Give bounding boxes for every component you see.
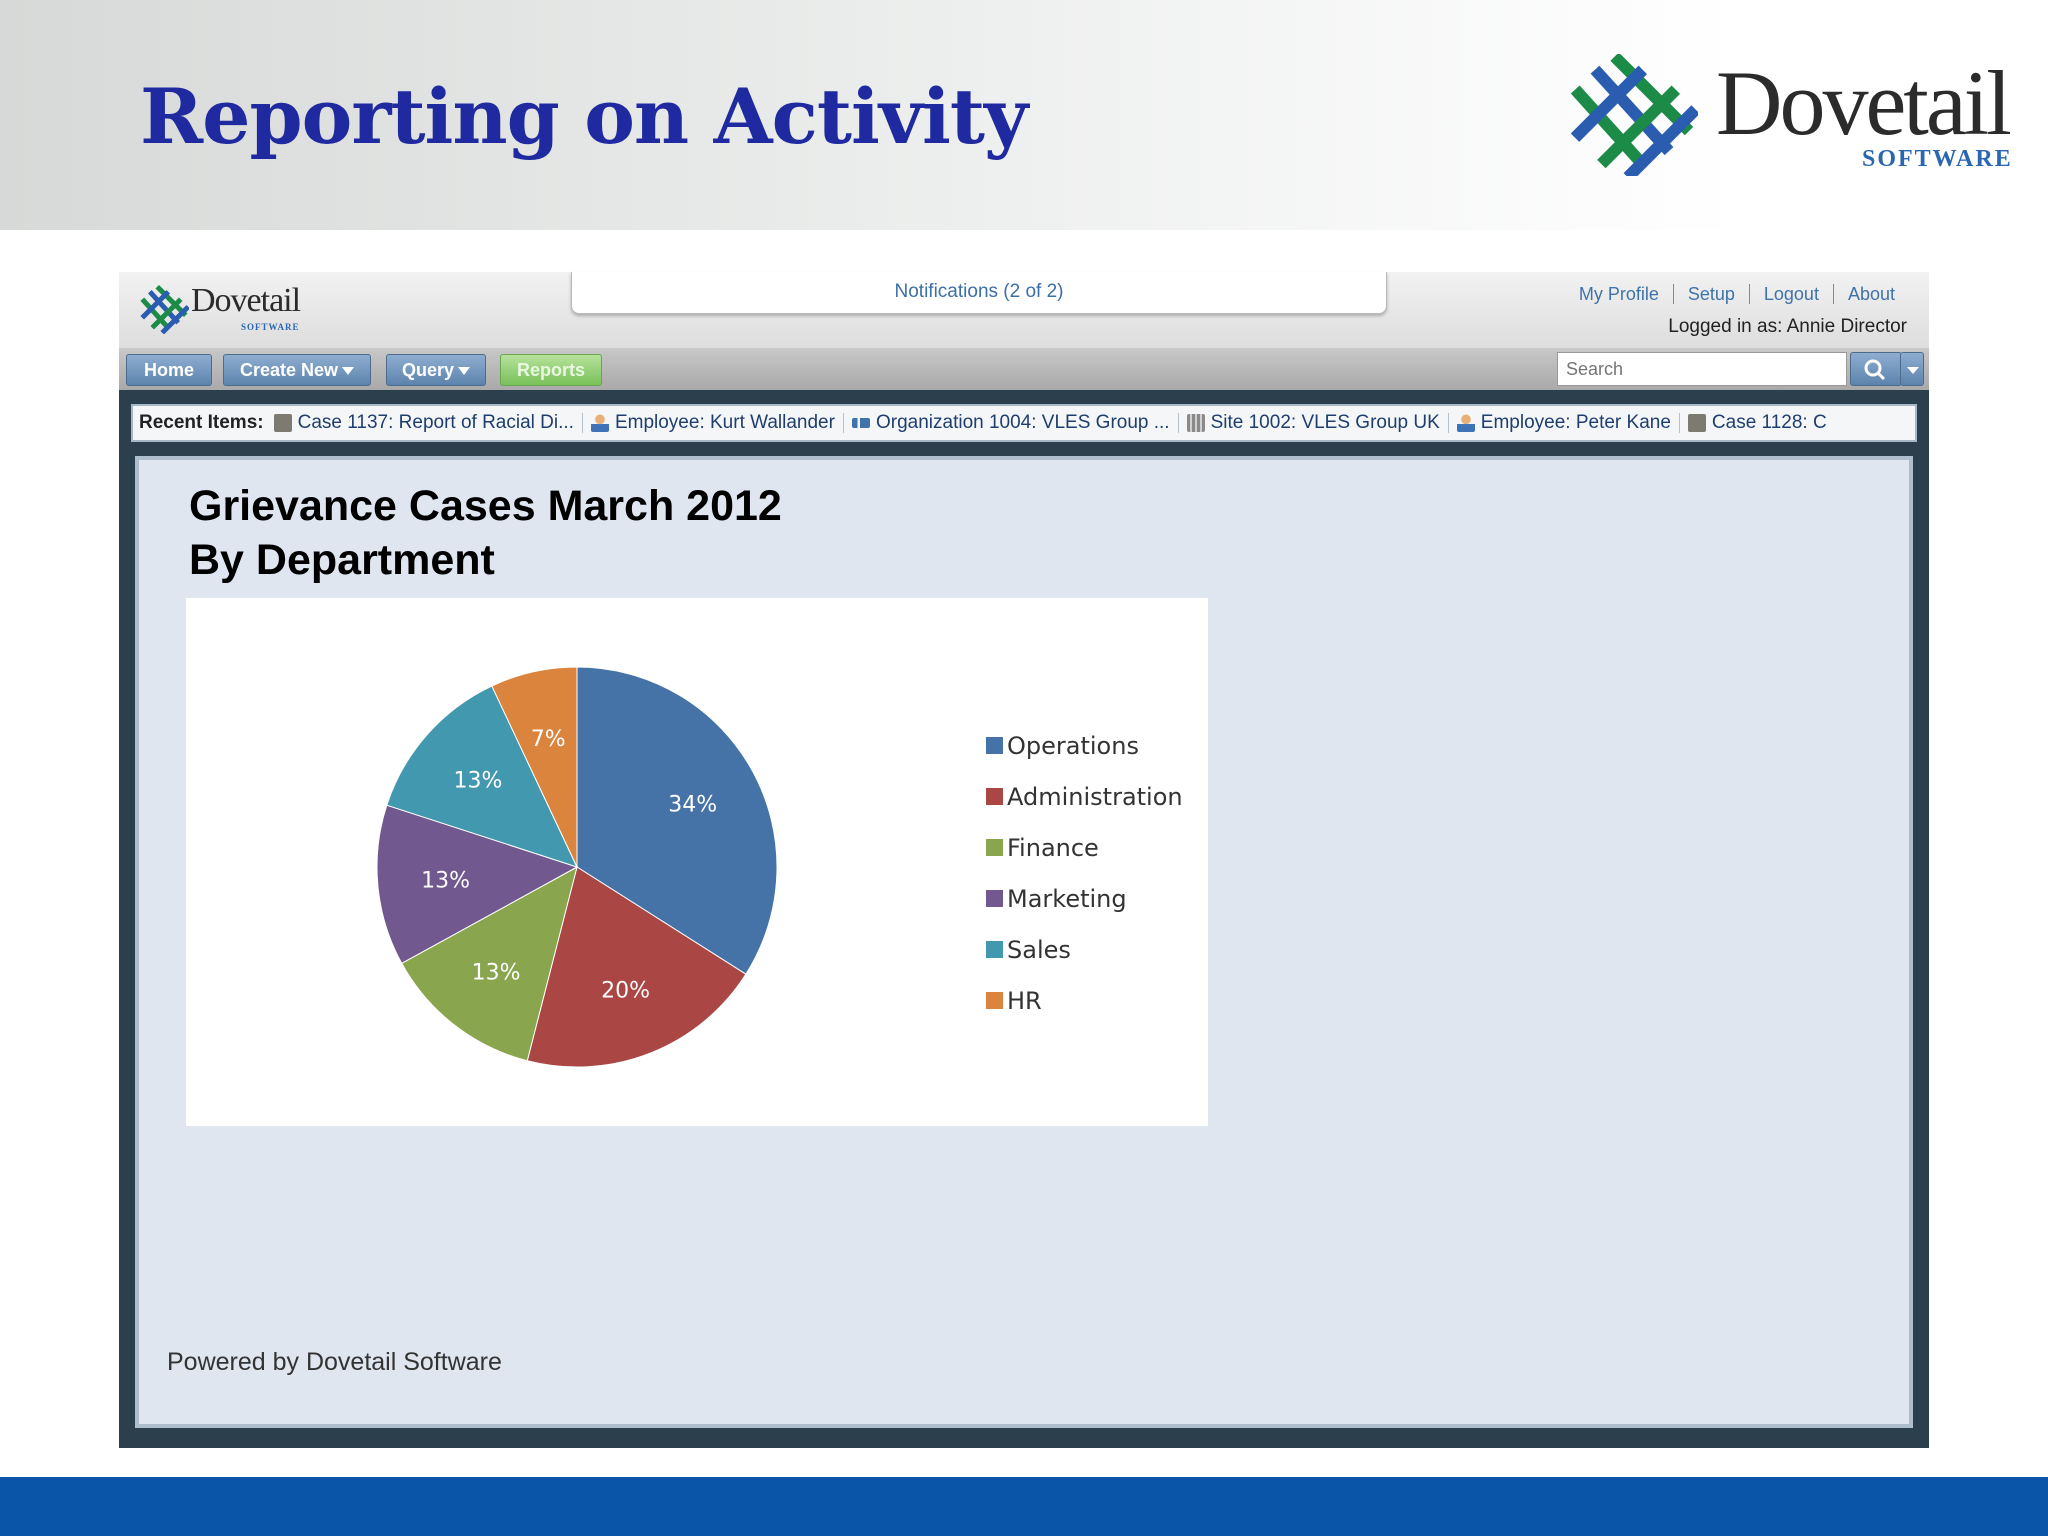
organization-icon	[851, 418, 870, 428]
legend-swatch	[986, 788, 1003, 805]
recent-item[interactable]: Case 1128: C	[1687, 412, 1835, 433]
app-logo-name: Dovetail	[191, 282, 301, 319]
recent-item[interactable]: Employee: Peter Kane	[1456, 412, 1680, 433]
brand-logo-subtitle: SOFTWARE	[1862, 146, 2013, 172]
app-header: Dovetail SOFTWARE Notifications (2 of 2)…	[119, 272, 1929, 348]
home-button-label: Home	[143, 360, 194, 380]
reports-label: Reports	[516, 360, 585, 380]
search-icon	[1864, 359, 1886, 381]
report-title: Grievance Cases March 2012	[189, 482, 782, 530]
chevron-down-icon	[342, 367, 355, 376]
powered-by-text: Powered by Dovetail Software	[167, 1348, 502, 1376]
search-button[interactable]	[1850, 352, 1902, 386]
case-icon	[273, 414, 292, 432]
setup-link[interactable]: Setup	[1672, 284, 1749, 304]
app-screenshot: Dovetail SOFTWARE Notifications (2 of 2)…	[119, 272, 1929, 1448]
recent-item[interactable]: Employee: Kurt Wallander	[590, 412, 844, 433]
recent-item-label: Site 1002: VLES Group UK	[1210, 412, 1440, 433]
legend-swatch	[986, 992, 1003, 1009]
chart-legend: Operations Administration Finance Marketing…	[986, 720, 1183, 1026]
chevron-down-icon	[458, 367, 471, 376]
pie-data-label: 34%	[668, 792, 717, 817]
search-input[interactable]	[1557, 352, 1847, 386]
create-new-button[interactable]: Create New	[223, 354, 371, 386]
slide: Reporting on Activity Dovetail SOFTWARE	[0, 0, 2048, 1536]
legend-item-marketing: Marketing	[986, 873, 1183, 924]
pie-data-label: 13%	[472, 960, 521, 985]
brand-logo-name: Dovetail	[1716, 52, 2012, 154]
legend-swatch	[986, 737, 1003, 754]
legend-item-sales: Sales	[986, 924, 1183, 975]
legend-label: Sales	[1007, 935, 1071, 964]
recent-item[interactable]: Organization 1004: VLES Group ...	[851, 412, 1179, 433]
chevron-down-icon	[1907, 367, 1919, 374]
legend-item-finance: Finance	[986, 822, 1183, 873]
legend-label: Administration	[1007, 782, 1183, 811]
dovetail-logo-icon	[140, 284, 189, 334]
employee-icon	[1456, 414, 1475, 432]
recent-item-label: Employee: Peter Kane	[1480, 412, 1671, 433]
recent-item-label: Employee: Kurt Wallander	[614, 412, 835, 433]
app-logo-subtitle: SOFTWARE	[241, 322, 300, 332]
recent-item[interactable]: Site 1002: VLES Group UK	[1186, 412, 1449, 433]
case-icon	[1687, 414, 1706, 432]
top-links: My Profile Setup Logout About	[1565, 282, 1909, 306]
my-profile-link[interactable]: My Profile	[1565, 284, 1673, 304]
home-button[interactable]: Home	[126, 354, 212, 386]
app-logo[interactable]: Dovetail SOFTWARE	[139, 282, 319, 338]
recent-item-label: Case 1128: C	[1711, 412, 1827, 433]
legend-swatch	[986, 890, 1003, 907]
recent-item[interactable]: Case 1137: Report of Racial Di...	[273, 412, 583, 433]
employee-icon	[590, 414, 609, 432]
logged-in-status: Logged in as: Annie Director	[1668, 316, 1907, 337]
slide-header: Reporting on Activity Dovetail SOFTWARE	[0, 0, 2048, 230]
pie-data-label: 13%	[454, 769, 503, 794]
create-new-label: Create New	[239, 360, 339, 380]
pie-data-label: 7%	[531, 727, 566, 752]
legend-item-operations: Operations	[986, 720, 1183, 771]
query-button[interactable]: Query	[386, 354, 486, 386]
legend-swatch	[986, 941, 1003, 958]
report-subtitle: By Department	[189, 536, 495, 584]
recent-items-bar: Recent Items: Case 1137: Report of Racia…	[131, 404, 1917, 442]
site-icon	[1186, 414, 1205, 432]
slide-title: Reporting on Activity	[140, 72, 1028, 161]
brand-logo: Dovetail SOFTWARE	[1566, 50, 2026, 190]
recent-items-label: Recent Items:	[139, 412, 264, 433]
query-label: Query	[401, 360, 455, 380]
logout-link[interactable]: Logout	[1748, 284, 1833, 304]
notifications-tab[interactable]: Notifications (2 of 2)	[571, 272, 1387, 314]
pie-data-label: 13%	[421, 868, 470, 893]
legend-swatch	[986, 839, 1003, 856]
legend-label: Finance	[1007, 833, 1099, 862]
about-link[interactable]: About	[1832, 284, 1909, 304]
legend-label: HR	[1007, 986, 1042, 1015]
legend-item-hr: HR	[986, 975, 1183, 1026]
recent-item-label: Case 1137: Report of Racial Di...	[297, 412, 574, 433]
search-options-button[interactable]	[1900, 352, 1924, 386]
reports-button[interactable]: Reports	[500, 354, 602, 386]
report-content: Grievance Cases March 2012 By Department…	[135, 456, 1913, 1428]
legend-label: Marketing	[1007, 884, 1127, 913]
pie-data-label: 20%	[601, 979, 650, 1004]
recent-item-label: Organization 1004: VLES Group ...	[875, 412, 1170, 433]
slide-footer-bar	[0, 1477, 2048, 1536]
legend-label: Operations	[1007, 731, 1139, 760]
legend-item-administration: Administration	[986, 771, 1183, 822]
pie-chart: 34% 20% 13% 13% 13% 7% Operations Administrati…	[186, 598, 1208, 1126]
dovetail-logo-icon	[1570, 54, 1698, 176]
